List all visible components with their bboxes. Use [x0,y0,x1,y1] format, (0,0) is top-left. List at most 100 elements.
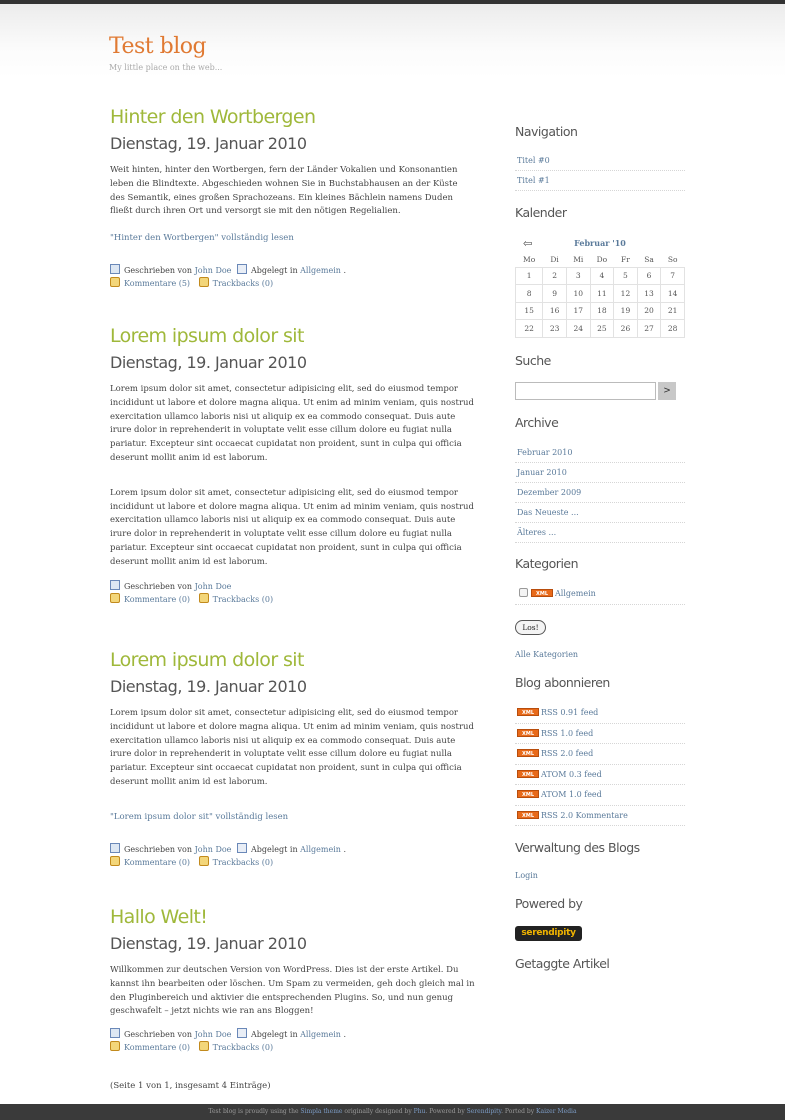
author-link[interactable]: John Doe [195,582,232,591]
category-link[interactable]: Allgemein [300,845,341,854]
search-input[interactable] [515,382,656,400]
footer-text: originally designed by [342,1108,414,1115]
folder-icon [236,264,247,275]
calendar-table: Mo Di Mi Do Fr Sa So 1 2 3 4 5 6 7 8 9 1… [514,253,685,338]
feed-item[interactable]: XML RSS 0.91 feed [515,703,685,724]
archive-item[interactable]: Dezember 2009 [515,483,685,503]
calendar-day: 8 [514,284,544,303]
read-more-link[interactable]: "Hinter den Wortbergen" vollständig lese… [110,233,475,243]
feed-item[interactable]: XML RSS 2.0 feed [515,744,685,765]
post-date: Dienstag, 19. Januar 2010 [110,134,307,153]
feed-item[interactable]: XML RSS 1.0 feed [515,724,685,744]
category-link[interactable]: Allgemein [300,1030,341,1039]
trackbacks-link[interactable]: Trackbacks (0) [213,595,273,604]
calendar-day: 26 [613,319,638,338]
comment-bubble-icon [110,592,120,603]
footer-theme-link[interactable]: Simpla theme [300,1108,342,1115]
feed-item[interactable]: XML RSS 2.0 Kommentare [515,806,685,826]
trackbacks-link[interactable]: Trackbacks (0) [213,858,273,867]
post: Hinter den Wortbergen Dienstag, 19. Janu… [110,104,475,290]
feed-label[interactable]: RSS 1.0 feed [541,729,593,738]
comment-bubble-icon [110,855,120,866]
post-meta: Geschrieben von John Doe Abgelegt in All… [110,264,475,290]
comment-bubble-icon [110,1041,120,1052]
feed-label[interactable]: RSS 0.91 feed [541,708,598,717]
folder-icon [236,1028,247,1039]
comments-link[interactable]: Kommentare (0) [124,1043,190,1052]
feed-label[interactable]: RSS 2.0 Kommentare [541,811,628,820]
calendar-day: 3 [565,266,591,285]
author-link[interactable]: John Doe [195,266,232,275]
calendar-day: 27 [636,319,662,338]
archive-item[interactable]: Das Neueste ... [515,503,685,523]
calendar-day: 28 [660,319,685,338]
site-title[interactable]: Test blog [109,34,207,59]
nav-item[interactable]: Titel #0 [515,151,685,171]
serendipity-logo[interactable]: serendipity [515,926,582,941]
comments-link[interactable]: Kommentare (0) [124,595,190,604]
post-body: Lorem ipsum dolor sit amet, consectetur … [110,383,475,570]
footer-engine-link[interactable]: Serendipity [467,1108,501,1115]
post-title[interactable]: Lorem ipsum dolor sit [110,323,475,349]
calendar-day: 16 [542,301,567,320]
calendar-day: 11 [589,284,615,303]
post-body: Weit hinten, hinter den Wortbergen, fern… [110,164,475,219]
calendar-day: 2 [542,266,567,285]
trackbacks-link[interactable]: Trackbacks (0) [213,1043,273,1052]
post-body: Willkommen zur deutschen Version von Wor… [110,964,475,1019]
nav-item[interactable]: Titel #1 [515,171,685,191]
filed-prefix: Abgelegt in [250,844,298,854]
trackbacks-link[interactable]: Trackbacks (0) [213,279,273,288]
calendar-day: 20 [636,301,662,320]
xml-feed-icon: XML [517,810,539,819]
comment-bubble-icon [198,277,209,288]
all-categories-link[interactable]: Alle Kategorien [515,650,578,659]
xml-feed-icon: XML [517,708,539,716]
post-paragraph: Willkommen zur deutschen Version von Wor… [110,965,475,1017]
go-button[interactable]: Los! [515,620,546,635]
calendar-day: 1 [514,266,544,285]
xml-feed-icon[interactable]: XML [531,589,553,597]
post-title[interactable]: Hallo Welt! [110,904,475,930]
feed-item[interactable]: XML ATOM 1.0 feed [515,785,685,806]
author-link[interactable]: John Doe [195,1030,232,1039]
calendar-day: 10 [565,284,591,303]
post-title[interactable]: Lorem ipsum dolor sit [110,647,475,673]
site-footer: Test blog is proudly using the Simpla th… [0,1104,785,1120]
xml-feed-icon: XML [517,728,539,737]
archive-item[interactable]: Januar 2010 [515,463,685,483]
calendar-month[interactable]: Februar '10 [515,238,685,248]
weekday-label: Mo [523,255,536,265]
search-button[interactable]: > [658,382,676,400]
comments-link[interactable]: Kommentare (5) [124,279,190,288]
feed-item[interactable]: XML ATOM 0.3 feed [515,765,685,785]
archive-item[interactable]: Februar 2010 [515,443,685,463]
comment-bubble-icon [198,855,209,866]
category-checkbox[interactable] [519,588,528,597]
footer-porter-link[interactable]: Kaizer Media [536,1108,577,1115]
category-link[interactable]: Allgemein [555,589,596,598]
tags-heading: Getaggte Artikel [515,956,610,971]
feed-label[interactable]: ATOM 0.3 feed [541,770,602,779]
xml-feed-icon: XML [517,769,539,778]
archive-heading: Archive [515,415,559,430]
read-more-link[interactable]: "Lorem ipsum dolor sit" vollständig lese… [110,812,475,822]
calendar-heading: Kalender [515,205,567,220]
category-link[interactable]: Allgemein [300,266,341,275]
author-link[interactable]: John Doe [195,845,232,854]
post-title[interactable]: Hinter den Wortbergen [110,104,475,130]
calendar-day: 19 [613,301,638,320]
document-icon [110,842,120,853]
document-icon [110,579,120,590]
calendar-day: 13 [636,284,662,303]
feed-label[interactable]: RSS 2.0 feed [541,749,593,758]
weekday-label: Sa [644,255,654,265]
footer-designer-link[interactable]: Phu [414,1108,426,1115]
comments-link[interactable]: Kommentare (0) [124,858,190,867]
calendar-day: 21 [660,301,685,320]
login-link[interactable]: Login [515,871,538,880]
feed-label[interactable]: ATOM 1.0 feed [541,790,602,799]
archive-item[interactable]: Älteres ... [515,523,685,543]
calendar-day: 25 [589,319,615,338]
comment-bubble-icon [110,277,120,288]
